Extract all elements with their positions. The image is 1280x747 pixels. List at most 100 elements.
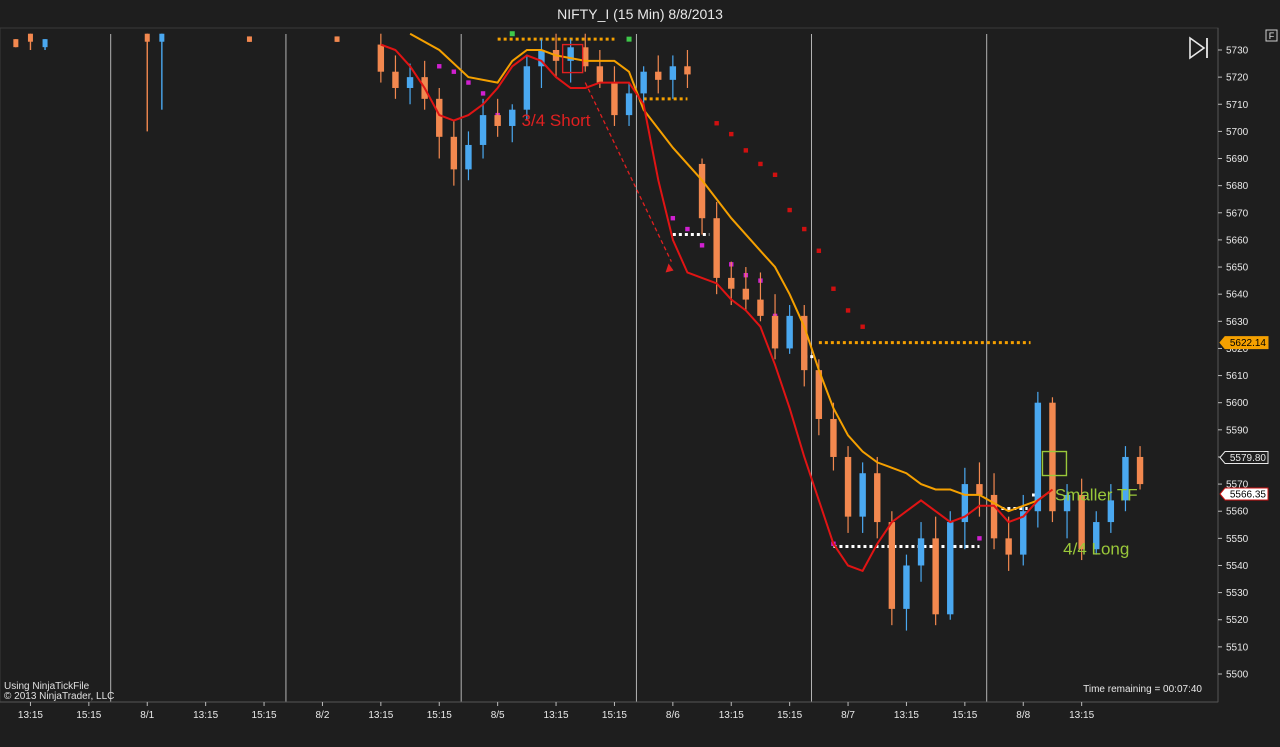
candle-body — [1136, 456, 1144, 485]
y-tick-label: 5540 — [1226, 561, 1249, 572]
y-tick-label: 5730 — [1226, 46, 1249, 57]
y-tick-label: 5680 — [1226, 181, 1249, 192]
signal-marker-magenta — [685, 226, 690, 232]
candle-body — [479, 115, 487, 145]
candle-body — [509, 109, 516, 126]
signal-marker-red — [845, 308, 851, 313]
svg-text:F: F — [1269, 31, 1275, 41]
x-tick-label: 13:15 — [1069, 710, 1094, 721]
candle-body — [903, 565, 910, 609]
candle-body — [874, 473, 881, 523]
candle-body — [13, 39, 19, 48]
candle-body — [392, 71, 399, 88]
plot-area — [0, 27, 1219, 703]
signal-marker-red — [743, 148, 749, 153]
candle-body — [786, 315, 793, 349]
price-tag: 5566.35 — [1219, 487, 1269, 501]
credit-line-2: © 2013 NinjaTrader, LLC — [4, 691, 115, 702]
y-tick-label: 5510 — [1226, 642, 1249, 653]
candle-body — [859, 473, 866, 517]
price-tag: 5622.14 — [1219, 336, 1269, 350]
y-tick-label: 5660 — [1226, 235, 1249, 246]
candle-body — [42, 39, 48, 48]
x-tick-label: 13:15 — [368, 710, 393, 721]
candle-body — [406, 77, 414, 88]
candle-body — [596, 66, 604, 83]
y-tick-label: 5590 — [1226, 425, 1249, 436]
signal-marker-green — [626, 36, 632, 42]
price-axis: 5500551055205530554055505560557055805590… — [1217, 28, 1269, 702]
signal-marker-red — [816, 248, 822, 253]
price-tag: 5579.80 — [1219, 450, 1269, 464]
x-tick-label: 15:15 — [602, 710, 627, 721]
annotation-short-label: 3/4 Short — [522, 111, 591, 130]
x-tick-label: 13:15 — [193, 710, 218, 721]
signal-marker-red — [787, 207, 792, 213]
y-tick-label: 5650 — [1226, 263, 1249, 274]
candle-body — [377, 44, 385, 72]
candle-body — [334, 36, 340, 42]
x-tick-label: 8/7 — [841, 710, 855, 721]
price-tag-text: 5566.35 — [1230, 489, 1267, 500]
candle-body — [465, 144, 472, 170]
candle-body — [771, 315, 779, 349]
signal-marker-red — [714, 121, 719, 126]
corner-badge[interactable]: F — [1265, 29, 1278, 42]
y-tick-label: 5630 — [1226, 317, 1249, 328]
x-tick-label: 8/6 — [666, 710, 680, 721]
signal-marker-magenta — [977, 536, 982, 541]
x-tick-label: 13:15 — [894, 710, 919, 721]
y-tick-label: 5610 — [1226, 371, 1249, 382]
annotation-long-label-2: 4/4 Long — [1063, 540, 1129, 559]
x-tick-label: 8/5 — [491, 710, 505, 721]
signal-marker-green — [509, 31, 515, 37]
candlestick-chart[interactable]: 3/4 Short Smaller TF 4/4 Long 5500 5510 5520… — [0, 0, 1280, 747]
signal-marker-magenta — [699, 243, 705, 248]
candle-body — [830, 418, 837, 457]
candle-body — [844, 456, 852, 517]
candle-body — [888, 522, 896, 609]
signal-marker-magenta — [437, 64, 442, 69]
y-tick-label: 5600 — [1226, 398, 1249, 409]
candle-body — [625, 93, 633, 116]
x-tick-label: 8/1 — [140, 710, 154, 721]
candle-body — [494, 115, 501, 126]
candle-body — [611, 82, 618, 116]
candle-body — [698, 163, 706, 219]
candle-body — [450, 136, 458, 170]
signal-marker-magenta — [670, 216, 676, 221]
y-tick-label: 5720 — [1226, 73, 1249, 84]
y-tick-label: 5520 — [1226, 615, 1249, 626]
y-tick-label: 5550 — [1226, 534, 1249, 545]
x-tick-label: 13:15 — [544, 710, 569, 721]
candle-body — [713, 218, 720, 278]
candle-body — [757, 299, 764, 316]
signal-marker-magenta — [480, 91, 486, 96]
time-remaining: Time remaining = 00:07:40 — [1083, 684, 1202, 695]
y-tick-label: 5690 — [1226, 154, 1249, 165]
y-tick-label: 5530 — [1226, 588, 1249, 599]
time-axis: 13:15 15:15 8/1 13:15 15:15 8/2 13:15 15:15 8/5 1… — [0, 701, 1218, 721]
x-tick-label: 8/2 — [315, 710, 329, 721]
candle-body — [159, 33, 165, 42]
candle-body — [932, 538, 939, 615]
signal-marker-red — [831, 286, 836, 291]
x-tick-label: 13:15 — [18, 710, 43, 721]
x-tick-label: 15:15 — [777, 710, 802, 721]
signal-marker-magenta — [451, 69, 457, 74]
signal-marker-red — [772, 172, 778, 177]
candle-body — [742, 288, 750, 300]
x-tick-label: 15:15 — [952, 710, 977, 721]
y-tick-label: 5560 — [1226, 507, 1249, 518]
candle-body — [728, 277, 735, 289]
x-tick-label: 15:15 — [76, 710, 101, 721]
signal-marker-red — [729, 131, 734, 137]
x-tick-label: 8/8 — [1016, 710, 1030, 721]
candle-body — [144, 33, 150, 42]
x-tick-label: 15:15 — [427, 710, 452, 721]
y-tick-label: 5670 — [1226, 208, 1249, 219]
price-tag-text: 5579.80 — [1230, 453, 1267, 464]
candle-body — [655, 71, 662, 80]
annotation-long-label-1: Smaller TF — [1055, 485, 1138, 504]
candle-body — [27, 33, 33, 42]
